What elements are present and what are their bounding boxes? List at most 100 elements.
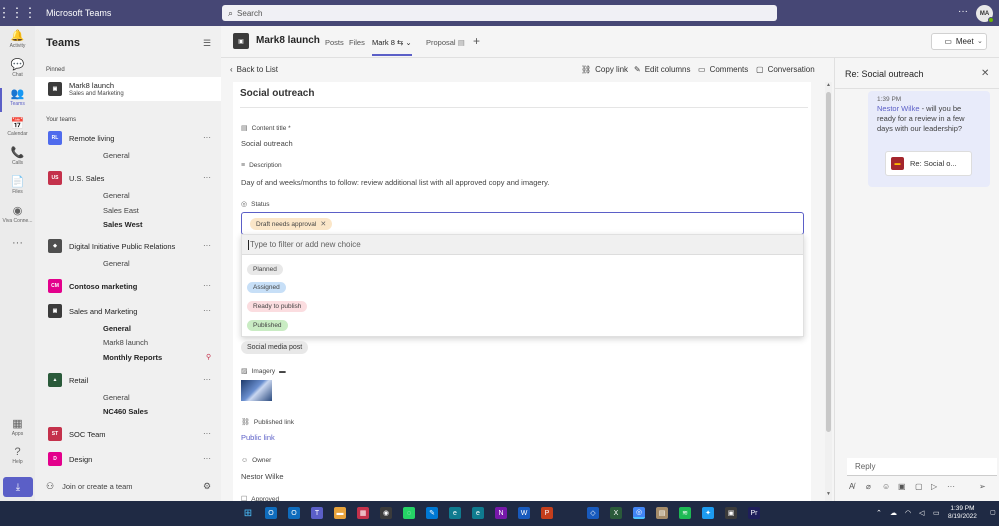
team-more-icon[interactable]: ··· — [203, 281, 211, 290]
comments-button[interactable]: ▭ Comments — [698, 65, 748, 74]
gif-icon[interactable]: ▣ — [898, 482, 906, 491]
store-icon[interactable]: ▣ — [725, 507, 737, 519]
rail-viva-connections[interactable]: ◉ Viva Conne... — [0, 205, 35, 224]
option-assigned[interactable]: Assigned — [247, 282, 286, 293]
filter-icon[interactable]: ☰ — [203, 38, 211, 49]
published-link-value[interactable]: Public link — [241, 433, 275, 442]
team-more-icon[interactable]: ··· — [203, 241, 211, 250]
rail-chat[interactable]: 💬 Chat — [0, 59, 35, 78]
more-options-icon[interactable]: ··· — [958, 6, 968, 17]
rail-help[interactable]: ? Help — [0, 446, 35, 465]
emoji-icon[interactable]: ☺ — [882, 482, 890, 491]
team-retail[interactable]: ▲ Retail — [35, 371, 221, 389]
owner-value[interactable]: Nestor Wilke — [241, 472, 284, 481]
premiere-icon[interactable]: Pr — [748, 507, 760, 519]
twitter-icon[interactable]: ✦ — [702, 507, 714, 519]
wifi-icon[interactable]: ◠ — [905, 509, 911, 517]
status-chip-draft[interactable]: Draft needs approval ✕ — [250, 218, 333, 230]
tab-posts[interactable]: Posts — [325, 38, 344, 47]
format-icon[interactable]: A̸ — [849, 482, 854, 491]
attach-icon[interactable]: ⌀ — [866, 482, 871, 491]
rail-calls[interactable]: 📞 Calls — [0, 147, 35, 166]
outlook-alt-icon[interactable]: O — [288, 507, 300, 519]
team-contoso-marketing[interactable]: CM Contoso marketing — [35, 277, 221, 295]
volume-icon[interactable]: ◁ — [919, 509, 924, 517]
rail-files[interactable]: 📄 Files — [0, 176, 35, 195]
team-remote-living[interactable]: RL Remote living — [35, 129, 221, 147]
rail-activity[interactable]: 🔔 Activity — [0, 30, 35, 49]
join-or-create-team[interactable]: ⚇ Join or create a team — [46, 481, 133, 492]
edge-icon[interactable]: e — [449, 507, 461, 519]
team-digital-initiative[interactable]: ◆ Digital Initiative Public Relations — [35, 237, 221, 255]
option-planned[interactable]: Planned — [247, 264, 283, 275]
team-soc[interactable]: ST SOC Team — [35, 425, 221, 443]
app-launcher-icon[interactable]: ⋮⋮⋮ — [0, 0, 37, 26]
powerpoint-icon[interactable]: P — [541, 507, 553, 519]
edit-columns-button[interactable]: ✎ Edit columns — [634, 65, 691, 74]
back-to-list-button[interactable]: ‹ Back to List — [230, 65, 278, 74]
gear-icon[interactable]: ⚙ — [203, 481, 211, 492]
team-more-icon[interactable]: ··· — [203, 429, 211, 438]
channel-item[interactable]: General — [103, 324, 131, 333]
meet-chevron-icon[interactable]: ⌄ — [977, 37, 983, 45]
description-value[interactable]: Day of and weeks/months to follow: revie… — [241, 178, 549, 187]
message-card[interactable]: ▬ Re: Social o... — [885, 151, 972, 176]
rail-more[interactable]: ··· — [0, 237, 35, 250]
pinned-team-mark8[interactable]: ▣ Mark8 launch Sales and Marketing — [35, 77, 221, 101]
team-more-icon[interactable]: ··· — [203, 133, 211, 142]
content-title-value[interactable]: Social outreach — [241, 139, 293, 148]
tab-proposal[interactable]: Proposal ▤ — [426, 38, 465, 47]
download-button[interactable]: ⤓ — [3, 477, 33, 497]
reply-input[interactable]: Reply — [847, 458, 997, 476]
excel-icon[interactable]: X — [610, 507, 622, 519]
spotify-icon[interactable]: ≋ — [679, 507, 691, 519]
onenote-icon[interactable]: N — [495, 507, 507, 519]
taskbar-clock[interactable]: 1:39 PM 8/19/2022 — [948, 505, 977, 521]
loop-icon[interactable]: ▷ — [931, 482, 937, 491]
scroll-down-icon[interactable]: ▼ — [826, 491, 831, 497]
close-icon[interactable]: ✕ — [320, 220, 326, 228]
tab-mark8[interactable]: Mark 8 ⇆ ⌄ — [372, 38, 412, 56]
sticker-icon[interactable]: ▢ — [915, 482, 923, 491]
edge-dev-icon[interactable]: e — [472, 507, 484, 519]
scroll-thumb[interactable] — [826, 92, 831, 432]
channel-item[interactable]: Sales West — [103, 220, 142, 229]
whatsapp-icon[interactable]: ◌ — [403, 507, 415, 519]
message-author[interactable]: Nestor Wilke — [877, 104, 920, 113]
app-icon[interactable]: ▦ — [357, 507, 369, 519]
battery-icon[interactable]: ▭ — [933, 509, 940, 517]
rail-teams[interactable]: 👥 Teams — [0, 88, 35, 112]
team-more-icon[interactable]: ··· — [203, 454, 211, 463]
channel-item[interactable]: Monthly Reports — [103, 353, 162, 362]
search-input[interactable]: ⌕ Search — [222, 5, 777, 21]
imagery-thumbnail[interactable] — [241, 380, 272, 401]
team-us-sales[interactable]: US U.S. Sales — [35, 169, 221, 187]
onedrive-icon[interactable]: ☁ — [890, 509, 897, 517]
rail-calendar[interactable]: 📅 Calendar — [0, 118, 35, 137]
channel-item[interactable]: General — [103, 393, 130, 402]
option-published[interactable]: Published — [247, 320, 288, 331]
channel-item[interactable]: General — [103, 151, 130, 160]
scroll-up-icon[interactable]: ▲ — [826, 82, 831, 88]
filter-choice-input[interactable]: Type to filter or add new choice — [242, 235, 803, 255]
outlook-icon[interactable]: O — [265, 507, 277, 519]
team-sales-and-marketing[interactable]: ▣ Sales and Marketing — [35, 302, 221, 320]
tray-chevron-icon[interactable]: ⌃ — [876, 509, 882, 517]
team-more-icon[interactable]: ··· — [203, 306, 211, 315]
visual-studio-icon[interactable]: ◇ — [587, 507, 599, 519]
pen-app-icon[interactable]: ✎ — [426, 507, 438, 519]
folder-icon[interactable]: ▬ — [334, 507, 346, 519]
media-icon[interactable]: ◉ — [380, 507, 392, 519]
windows-start-icon[interactable]: ⊞ — [242, 507, 254, 519]
channel-item[interactable]: Mark8 launch — [103, 338, 148, 347]
close-icon[interactable]: ✕ — [981, 68, 989, 79]
add-tab-icon[interactable]: + — [473, 34, 480, 48]
notes-icon[interactable]: ▤ — [656, 507, 668, 519]
team-more-icon[interactable]: ··· — [203, 375, 211, 384]
teams-taskbar-icon[interactable]: T — [311, 507, 323, 519]
rail-apps[interactable]: ▦ Apps — [0, 418, 35, 437]
team-more-icon[interactable]: ··· — [203, 173, 211, 182]
channel-chip[interactable]: Social media post — [241, 341, 309, 354]
channel-item[interactable]: Sales East — [103, 206, 139, 215]
word-icon[interactable]: W — [518, 507, 530, 519]
